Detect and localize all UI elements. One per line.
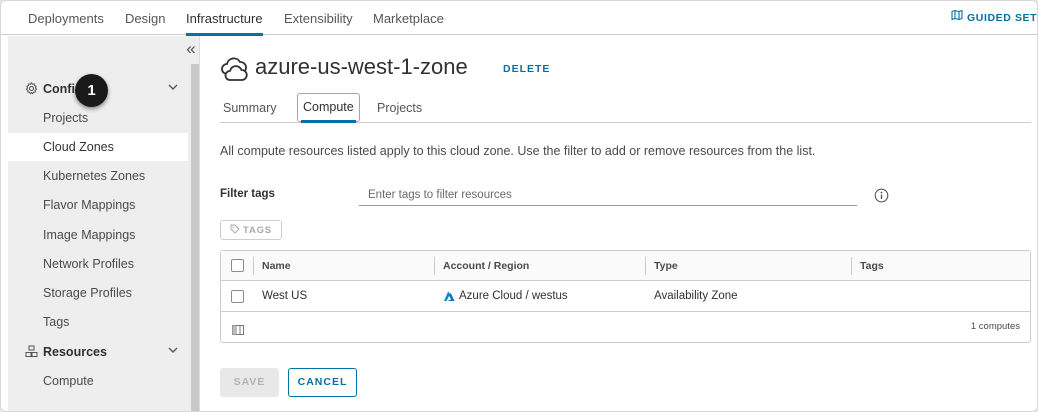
guided-setup-link[interactable]: GUIDED SETU (951, 1, 1038, 36)
sidebar-item-tags[interactable]: Tags (8, 308, 188, 336)
nav-tab-extensibility[interactable]: Extensibility (284, 1, 353, 35)
nav-tab-design[interactable]: Design (125, 1, 165, 35)
table-header: Name Account / Region Type Tags (221, 251, 1030, 281)
compute-datagrid: Name Account / Region Type Tags West US … (220, 250, 1031, 343)
filter-tags-label: Filter tags (220, 188, 275, 200)
column-header-tags[interactable]: Tags (852, 251, 884, 281)
info-icon[interactable] (874, 188, 889, 208)
sidebar-item-cloud-zones[interactable]: Cloud Zones (8, 133, 188, 161)
column-header-account-region[interactable]: Account / Region (435, 251, 529, 281)
nav-tab-deployments[interactable]: Deployments (28, 1, 104, 35)
chevron-down-icon (166, 80, 180, 97)
tab-projects[interactable]: Projects (377, 93, 422, 122)
tags-button[interactable]: TAGS (220, 220, 282, 240)
top-nav: Deployments Design Infrastructure Extens… (1, 1, 1038, 36)
delete-button[interactable]: DELETE (503, 63, 550, 75)
resources-icon (25, 345, 38, 361)
double-chevron-left-icon[interactable]: « (183, 40, 199, 58)
column-toggle-icon[interactable] (232, 322, 244, 340)
cell-account-region: Azure Cloud / westus (435, 281, 568, 312)
column-header-type[interactable]: Type (646, 251, 678, 281)
sidebar-item-image-mappings[interactable]: Image Mappings (8, 221, 188, 249)
subtab-bar: Summary Compute Projects (220, 93, 1031, 123)
azure-icon (443, 291, 455, 302)
nav-tab-marketplace[interactable]: Marketplace (373, 1, 444, 35)
sidebar-item-network-profiles[interactable]: Network Profiles (8, 250, 188, 278)
column-header-name[interactable]: Name (254, 251, 291, 281)
cell-name: West US (262, 290, 308, 302)
tag-icon (230, 224, 240, 237)
cell-type: Availability Zone (654, 290, 738, 302)
account-region-text: Azure Cloud / westus (459, 290, 568, 302)
sidebar-group-label: Resources (43, 345, 107, 359)
gear-icon (25, 82, 38, 98)
save-button[interactable]: SAVE (220, 368, 279, 397)
sidebar-item-flavor-mappings[interactable]: Flavor Mappings (8, 191, 188, 219)
step-callout-badge: 1 (75, 74, 108, 107)
sidebar-item-kubernetes-zones[interactable]: Kubernetes Zones (8, 162, 188, 190)
cancel-button[interactable]: CANCEL (288, 368, 357, 397)
table-row[interactable]: West US Azure Cloud / westus Availabilit… (221, 281, 1030, 312)
sidebar-scrollbar[interactable] (191, 64, 199, 411)
tab-summary[interactable]: Summary (223, 93, 276, 122)
sidebar-item-projects[interactable]: Projects (8, 104, 188, 132)
page-title: azure-us-west-1-zone (255, 54, 468, 79)
tab-compute[interactable]: Compute (297, 93, 360, 123)
map-icon (951, 1, 967, 36)
cell-tags (852, 281, 860, 312)
sidebar-item-storage-profiles[interactable]: Storage Profiles (8, 279, 188, 307)
guided-setup-label: GUIDED SETU (967, 12, 1038, 24)
sidebar-group-label: Confi (43, 82, 75, 96)
chevron-down-icon (166, 343, 180, 360)
nav-tab-infrastructure[interactable]: Infrastructure (186, 1, 263, 36)
tags-button-label: TAGS (243, 224, 272, 236)
table-footer: 1 computes (221, 312, 1030, 342)
row-checkbox[interactable] (231, 290, 244, 303)
filter-tags-input[interactable] (359, 184, 857, 206)
page-description: All compute resources listed apply to th… (220, 144, 816, 158)
item-count: 1 computes (970, 321, 1020, 332)
sidebar-item-compute[interactable]: Compute (8, 367, 188, 395)
app-window: Deployments Design Infrastructure Extens… (0, 0, 1038, 412)
sidebar-group-resources[interactable]: Resources (8, 339, 191, 365)
select-all-checkbox[interactable] (231, 259, 244, 272)
cloud-zone-icon (219, 53, 249, 88)
